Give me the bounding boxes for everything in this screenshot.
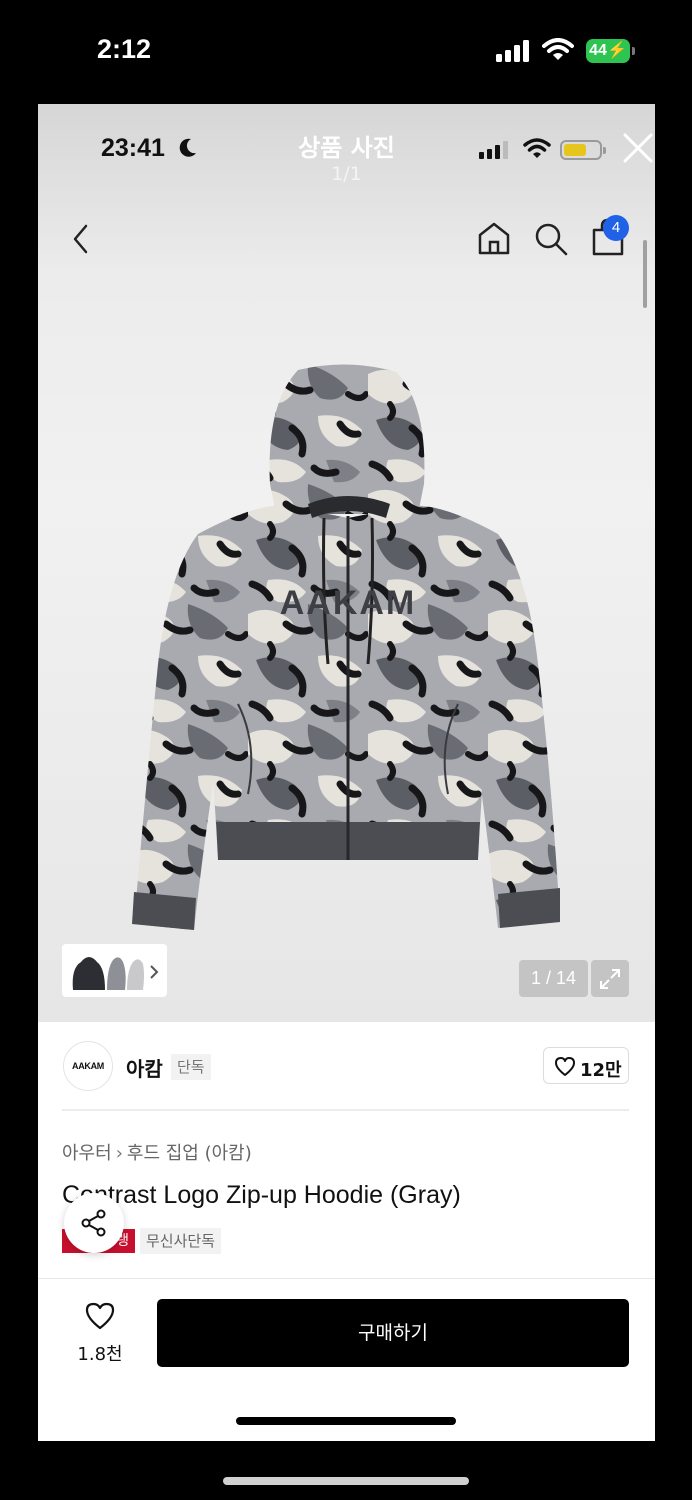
exclusive-badge: 무신사단독 — [140, 1228, 222, 1254]
thumbnail-strip[interactable] — [62, 944, 167, 997]
device-clock: 2:12 — [97, 34, 152, 64]
inner-home-indicator — [236, 1417, 456, 1425]
screenshot-frame: 23:41 상품 사진 1/1 4 AAKAM 1 / 14 AAKAM 아캄 … — [38, 104, 655, 1441]
product-title: Contrast Logo Zip-up Hoodie (Gray) — [62, 1181, 461, 1209]
share-button[interactable] — [64, 1193, 124, 1253]
device-status-bar: 2:12 44⚡ — [0, 0, 692, 104]
inner-signal-icon — [479, 141, 508, 159]
expand-icon — [600, 969, 620, 989]
inner-battery-icon — [560, 140, 606, 160]
brand-name[interactable]: 아캄 — [126, 1053, 163, 1082]
buy-button[interactable]: 구매하기 — [157, 1299, 629, 1367]
charging-bolt-icon: ⚡ — [606, 42, 627, 59]
brand-logo[interactable]: AAKAM — [63, 1041, 113, 1091]
heart-icon — [555, 1057, 575, 1076]
inner-wifi-icon — [523, 138, 551, 158]
breadcrumb-subcategory[interactable]: 후드 집업 (아캄) — [127, 1143, 252, 1164]
product-logo-text: AAKAM — [280, 584, 417, 622]
breadcrumb-separator-icon: › — [115, 1143, 123, 1164]
home-icon[interactable] — [476, 220, 512, 256]
battery-level: 44 — [589, 42, 607, 59]
expand-button[interactable] — [591, 960, 629, 997]
scroll-indicator — [643, 240, 647, 308]
breadcrumb-category[interactable]: 아우터 — [62, 1143, 112, 1164]
thumbnail-images — [72, 957, 159, 990]
heart-icon — [85, 1302, 115, 1330]
back-arrow-icon[interactable] — [70, 222, 94, 256]
brand-like-count: 12만 — [580, 1060, 622, 1081]
home-indicator[interactable] — [223, 1477, 469, 1485]
wishlist-count: 1.8천 — [77, 1344, 123, 1365]
divider — [62, 1109, 629, 1111]
close-icon[interactable] — [622, 132, 654, 164]
brand-like-button[interactable]: 12만 — [543, 1047, 629, 1084]
search-icon[interactable] — [533, 221, 569, 257]
breadcrumb: 아우터 › 후드 집업 (아캄) — [62, 1139, 252, 1165]
image-counter: 1 / 14 — [519, 960, 588, 997]
cellular-signal-icon — [496, 40, 529, 62]
wishlist-button[interactable]: 1.8천 — [74, 1300, 126, 1365]
wifi-icon — [542, 38, 574, 60]
bottom-bar-divider — [38, 1278, 655, 1279]
viewer-counter: 1/1 — [331, 163, 362, 185]
product-image-hoodie[interactable]: AAKAM — [128, 364, 568, 944]
share-icon — [81, 1209, 106, 1237]
cart-count-badge: 4 — [603, 215, 629, 241]
product-gallery[interactable]: 23:41 상품 사진 1/1 4 AAKAM 1 / 14 — [38, 104, 655, 1022]
brand-exclusive-tag: 단독 — [171, 1054, 211, 1080]
battery-icon: 44⚡ — [586, 39, 636, 63]
